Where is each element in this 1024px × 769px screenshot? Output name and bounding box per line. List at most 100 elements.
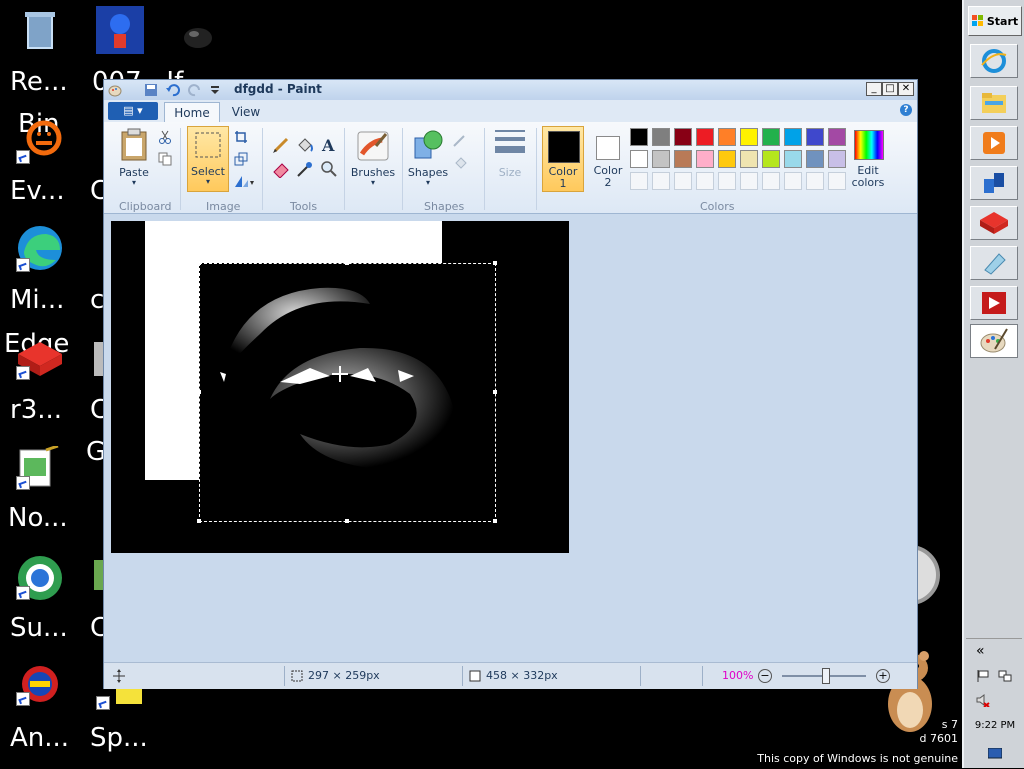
action-center-flag-icon[interactable] xyxy=(976,669,990,683)
taskbar-app-network[interactable] xyxy=(970,166,1018,200)
taskbar-app-notepad[interactable] xyxy=(970,246,1018,280)
zoom-out-button[interactable]: − xyxy=(758,669,772,683)
palette-swatch[interactable] xyxy=(652,128,670,146)
selection-handle[interactable] xyxy=(197,390,201,394)
paste-button[interactable]: Paste ▾ xyxy=(114,126,154,192)
customize-quick-access-icon[interactable] xyxy=(208,83,222,97)
tab-home[interactable]: Home xyxy=(164,102,220,122)
canvas-size-icon xyxy=(469,670,481,682)
canvas-workspace xyxy=(104,214,917,662)
undo-icon[interactable] xyxy=(166,83,180,97)
color1-number: 1 xyxy=(559,177,567,190)
taskbar-app-file-explorer[interactable] xyxy=(970,86,1018,120)
eventghost-shortcut[interactable] xyxy=(24,120,88,168)
volume-muted-icon[interactable] xyxy=(976,693,990,707)
palette-swatch[interactable] xyxy=(696,172,714,190)
palette-swatch[interactable] xyxy=(630,172,648,190)
paint-menu-button[interactable]: ▤ ▾ xyxy=(108,102,158,120)
palette-swatch[interactable] xyxy=(674,172,692,190)
palette-swatch[interactable] xyxy=(674,150,692,168)
palette-swatch[interactable] xyxy=(806,172,824,190)
palette-swatch[interactable] xyxy=(674,128,692,146)
palette-swatch[interactable] xyxy=(806,150,824,168)
selection-handle[interactable] xyxy=(493,261,497,265)
selection-handle[interactable] xyxy=(493,519,497,523)
title-bar[interactable]: dfgdd - Paint _ □ ✕ xyxy=(104,80,917,100)
palette-swatch[interactable] xyxy=(762,172,780,190)
select-button[interactable]: Select ▾ xyxy=(187,126,229,192)
taskbar-app-paint[interactable] xyxy=(970,324,1018,358)
palette-swatch[interactable] xyxy=(828,150,846,168)
image-selection[interactable] xyxy=(199,263,496,522)
selection-handle[interactable] xyxy=(197,519,201,523)
brushes-button[interactable]: Brushes ▾ xyxy=(348,126,398,192)
palette-swatch[interactable] xyxy=(718,128,736,146)
palette-swatch[interactable] xyxy=(828,128,846,146)
save-icon[interactable] xyxy=(144,83,158,97)
zoom-slider-thumb[interactable] xyxy=(822,668,830,684)
resize-icon[interactable] xyxy=(234,152,248,166)
text-icon[interactable]: A xyxy=(320,136,338,154)
pencil-icon[interactable] xyxy=(272,136,290,154)
taskbar-app-r3[interactable] xyxy=(970,206,1018,240)
palette-swatch[interactable] xyxy=(740,150,758,168)
sonic-shortcut[interactable] xyxy=(96,6,160,54)
desktop-label: Sp... xyxy=(90,723,148,753)
palette-swatch[interactable] xyxy=(740,172,758,190)
magnifier-icon[interactable] xyxy=(320,160,338,178)
start-button[interactable]: Start xyxy=(968,6,1022,36)
fill-icon[interactable] xyxy=(296,136,314,154)
palette-swatch[interactable] xyxy=(784,128,802,146)
taskbar-app-media-player[interactable] xyxy=(970,126,1018,160)
maximize-button[interactable]: □ xyxy=(882,82,898,96)
drawing-canvas[interactable] xyxy=(111,221,569,553)
palette-swatch[interactable] xyxy=(630,128,648,146)
taskbar-app-internet-explorer[interactable] xyxy=(970,44,1018,78)
palette-swatch[interactable] xyxy=(718,172,736,190)
color2-button[interactable]: Color 2 xyxy=(588,126,628,192)
palette-swatch[interactable] xyxy=(652,150,670,168)
brushes-dropdown-icon: ▾ xyxy=(370,178,375,187)
misc-shortcut[interactable] xyxy=(180,20,244,68)
recycle-bin-shortcut[interactable] xyxy=(16,6,80,54)
copy-icon[interactable] xyxy=(158,152,172,166)
minimize-button[interactable]: _ xyxy=(866,82,882,96)
palette-swatch[interactable] xyxy=(718,150,736,168)
palette-swatch[interactable] xyxy=(806,128,824,146)
crop-icon[interactable] xyxy=(234,130,248,144)
selection-handle[interactable] xyxy=(197,261,201,265)
rotate-icon[interactable] xyxy=(234,174,254,188)
paint-app-icon[interactable] xyxy=(108,83,122,97)
shapes-button[interactable]: Shapes ▾ xyxy=(406,126,450,192)
selection-handle[interactable] xyxy=(493,390,497,394)
redo-icon[interactable] xyxy=(188,83,202,97)
palette-swatch[interactable] xyxy=(740,128,758,146)
palette-swatch[interactable] xyxy=(696,150,714,168)
taskbar-clock[interactable]: 9:22 PM xyxy=(964,720,1024,731)
help-button[interactable]: ? xyxy=(900,104,912,116)
palette-swatch[interactable] xyxy=(828,172,846,190)
taskbar-app-flash[interactable] xyxy=(970,286,1018,320)
folder-icon xyxy=(982,93,1006,113)
tray-expand-button[interactable]: « xyxy=(976,643,985,659)
palette-swatch[interactable] xyxy=(762,128,780,146)
palette-swatch[interactable] xyxy=(784,172,802,190)
palette-swatch[interactable] xyxy=(784,150,802,168)
selection-handle[interactable] xyxy=(345,261,349,265)
show-desktop-icon[interactable] xyxy=(988,748,1002,760)
palette-swatch[interactable] xyxy=(696,128,714,146)
tab-view[interactable]: View xyxy=(224,102,268,122)
network-tray-icon[interactable] xyxy=(998,669,1012,683)
zoom-in-button[interactable]: + xyxy=(876,669,890,683)
palette-swatch[interactable] xyxy=(630,150,648,168)
selection-handle[interactable] xyxy=(345,519,349,523)
color-palette xyxy=(630,128,850,198)
palette-swatch[interactable] xyxy=(652,172,670,190)
color-picker-icon[interactable] xyxy=(296,160,314,178)
cut-icon[interactable] xyxy=(158,130,172,144)
color1-button[interactable]: Color 1 xyxy=(542,126,584,192)
edit-colors-button[interactable]: Edit colors xyxy=(848,126,888,192)
palette-swatch[interactable] xyxy=(762,150,780,168)
close-button[interactable]: ✕ xyxy=(898,82,914,96)
eraser-icon[interactable] xyxy=(272,160,290,178)
